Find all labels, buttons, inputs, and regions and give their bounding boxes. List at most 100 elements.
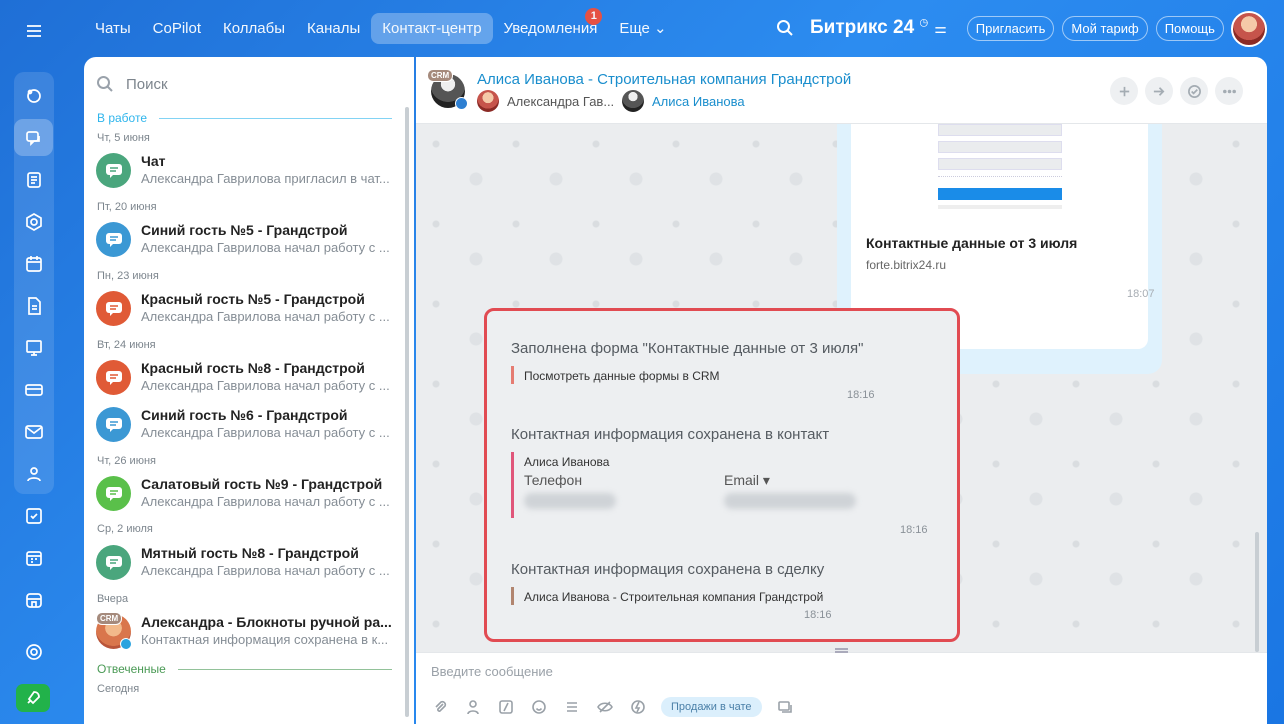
nav-channels[interactable]: Каналы [296,13,371,44]
chat-preview: Александра Гаврилова начал работу с ... [141,494,390,509]
hidden-eye-icon[interactable] [595,697,615,717]
nav-notifications[interactable]: Уведомления 1 [493,7,609,44]
calendar-icon[interactable] [14,245,53,282]
chat-bubble-icon [96,153,131,188]
chat-item[interactable]: Салатовый гость №9 - Грандстрой Александ… [96,474,396,514]
user-avatar[interactable] [1231,11,1267,47]
chat-bubble-icon [96,407,131,442]
tasks-icon[interactable] [14,497,53,534]
document-icon[interactable] [14,287,53,324]
chat-item[interactable]: Мятный гость №8 - Грандстрой Александра … [96,543,396,583]
chat-bubble-icon [96,222,131,257]
chat-title: Салатовый гость №9 - Грандстрой [141,476,383,492]
smile-icon[interactable] [529,697,549,717]
chat-item[interactable]: Красный гость №5 - Грандстрой Александра… [96,289,396,329]
help-button[interactable]: Помощь [1155,15,1224,41]
chat-title: Красный гость №8 - Грандстрой [141,360,365,376]
chat-item[interactable]: Синий гость №5 - Грандстрой Александра Г… [96,220,396,260]
message-input[interactable]: Введите сообщение [431,664,553,679]
stack-icon[interactable] [562,697,582,717]
menu-icon[interactable] [14,12,53,49]
chat-item[interactable]: Чат Александра Гаврилова пригласил в чат… [96,151,396,191]
users-icon[interactable] [14,455,53,492]
hexagon-icon[interactable] [14,203,53,240]
chat-header: CRM Алиса Иванова - Строительная компани… [416,57,1267,124]
resize-handle[interactable] [835,648,848,653]
chat-item[interactable]: CRM Александра - Блокноты ручной ра... К… [96,612,396,652]
telegram-icon [120,638,132,650]
more-icon[interactable] [1215,77,1243,105]
sales-in-chat-button[interactable]: Продажи в чате [661,697,762,717]
forward-icon[interactable] [1145,77,1173,105]
slash-icon[interactable] [496,697,516,717]
search-icon[interactable] [776,19,794,37]
chat-icon[interactable] [14,119,53,156]
date-label: Вчера [97,593,129,605]
date-label: Сегодня [97,683,140,695]
nav-chats[interactable]: Чаты [84,13,142,44]
crm-icon[interactable] [14,371,53,408]
phone-value-blurred [524,493,616,509]
view-form-link[interactable]: Посмотреть данные формы в CRM [524,369,720,383]
search-box[interactable]: Поиск [96,73,168,95]
clock-icon: ◷ [919,17,929,29]
feed-icon[interactable] [14,77,53,114]
rocket-icon[interactable] [16,684,50,712]
store-icon[interactable] [14,581,53,618]
schedule-icon[interactable] [14,539,53,576]
user-icon[interactable] [463,697,483,717]
chat-title: Красный гость №5 - Грандстрой [141,291,365,307]
nav-more[interactable]: Еще ⌄ [608,12,677,44]
screen-icon[interactable] [775,697,795,717]
mail-icon[interactable] [14,413,53,450]
message-time: 18:16 [900,524,928,536]
chat-title[interactable]: Алиса Иванова - Строительная компания Гр… [477,71,851,88]
date-label: Пн, 23 июня [97,270,159,282]
email-dropdown[interactable]: Email ▾ [724,472,770,489]
deal-link[interactable]: Алиса Иванова - Строительная компания Гр… [524,590,823,604]
nav-copilot[interactable]: CoPilot [142,13,212,44]
search-placeholder: Поиск [126,75,168,93]
chat-title: Александра - Блокноты ручной ра... [141,614,392,630]
chat-area: Контактные данные от 3 июля forte.bitrix… [416,57,1267,724]
date-label: Чт, 5 июня [97,132,150,144]
notification-badge: 1 [585,7,603,25]
message-time: 18:16 [804,609,832,621]
docs-icon[interactable] [14,161,53,198]
chat-preview: Александра Гаврилова пригласил в чат... [141,171,390,186]
chat-item[interactable]: Синий гость №6 - Грандстрой Александра Г… [96,405,396,445]
board-icon[interactable] [14,329,53,366]
member-name: Александра Гав... [507,93,615,109]
email-value-blurred [724,493,856,509]
form-card-link[interactable]: forte.bitrix24.ru [866,258,946,272]
nav-collabs[interactable]: Коллабы [212,13,296,44]
top-nav: Чаты CoPilot Коллабы Каналы Контакт-цент… [84,7,678,46]
left-rail [0,0,68,724]
chat-list-scrollbar[interactable] [405,107,409,717]
chat-list-panel: Поиск В работе Чт, 5 июня Чат Александра… [84,57,414,724]
chat-title: Мятный гость №8 - Грандстрой [141,545,359,561]
member-client[interactable]: Алиса Иванова [622,90,745,112]
finish-check-icon[interactable] [1180,77,1208,105]
date-label: Чт, 26 июня [97,455,156,467]
quote-bar [511,587,514,605]
invite-button[interactable]: Пригласить [966,15,1055,41]
attach-icon[interactable] [430,697,450,717]
crm-tag: CRM [427,69,454,82]
member-avatar [622,90,644,112]
add-icon[interactable] [1110,77,1138,105]
nav-contact-center[interactable]: Контакт-центр [371,12,493,44]
member-name: Алиса Иванова [652,93,745,109]
chat-bubble-icon [96,360,131,395]
lightning-icon[interactable] [628,697,648,717]
chat-item[interactable]: Красный гость №8 - Грандстрой Александра… [96,358,396,398]
chat-scrollbar[interactable] [1255,532,1259,652]
gear-icon[interactable] [14,633,53,670]
quote-bar [511,366,514,384]
settings-sliders-icon[interactable]: ⚌ [934,20,947,37]
deal-saved-heading: Контактная информация сохранена в сделку [511,561,825,578]
brand-logo[interactable]: Битрикс 24 ◷ [810,17,928,39]
phone-label: Телефон [524,472,583,488]
member-operator[interactable]: Александра Гав... [477,90,614,112]
tariff-button[interactable]: Мой тариф [1062,15,1148,41]
